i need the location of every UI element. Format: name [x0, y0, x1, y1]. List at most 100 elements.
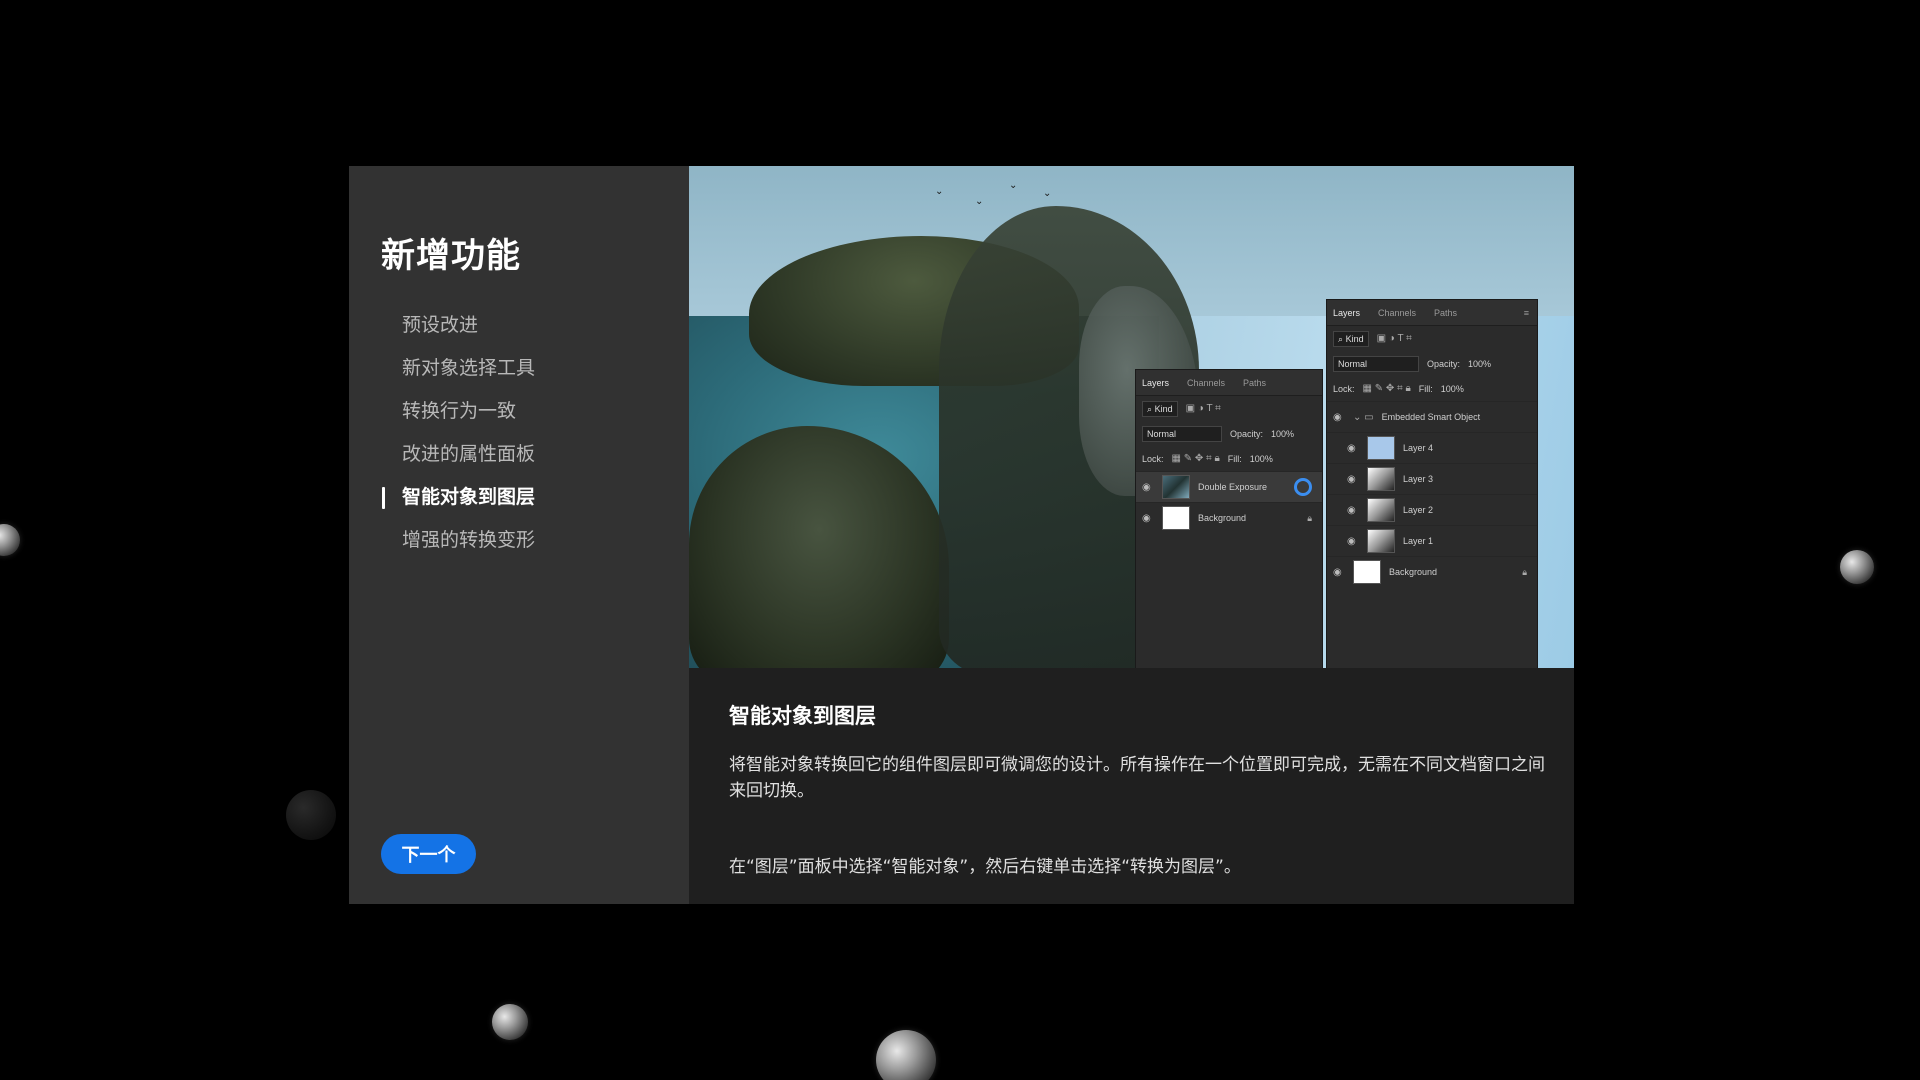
filter-kind-label: Kind: [1345, 333, 1364, 344]
blend-row: Normal Opacity: 100%: [1136, 421, 1322, 446]
eye-icon: ◉: [1333, 411, 1342, 423]
lock-label: Lock:: [1333, 383, 1355, 394]
decorative-orb: [1840, 550, 1874, 584]
bird-icon: ⌄: [975, 196, 984, 207]
nav-item-preset-improvements[interactable]: 预设改进: [349, 304, 689, 347]
layer-name: Layer 1: [1403, 536, 1434, 546]
tab-channels: Channels: [1187, 377, 1226, 388]
click-indicator-icon: [1294, 478, 1312, 496]
nav-item-enhanced-warp[interactable]: 增强的转换变形: [349, 519, 689, 562]
feature-description: 智能对象到图层 将智能对象转换回它的组件图层即可微调您的设计。所有操作在一个位置…: [729, 700, 1549, 880]
lock-row: Lock: ▦ ✎ ✥ ⌗ 🔒︎ Fill: 100%: [1136, 446, 1322, 471]
layer-thumbnail: [1367, 529, 1395, 553]
layer-name: Layer 4: [1403, 443, 1434, 453]
layers-panel-after: Layers Channels Paths ≡ ⌕ Kind ▣ ◑ T ⌗ N…: [1326, 299, 1538, 668]
layer-thumbnail: [1162, 475, 1190, 499]
layer-name: Layer 2: [1403, 505, 1434, 515]
tab-layers: Layers: [1333, 307, 1361, 318]
decorative-orb: [876, 1030, 936, 1080]
layer-row: ◉ Layer 1: [1327, 525, 1537, 556]
layer-row: ◉ Double Exposure: [1136, 471, 1322, 502]
search-icon: ⌕: [1338, 333, 1344, 344]
tab-layers: Layers: [1142, 377, 1170, 388]
bird-icon: ⌄: [1009, 180, 1018, 191]
layer-thumbnail: [1367, 467, 1395, 491]
feature-illustration: ⌄ ⌄ ⌄ ⌄ Layers Channels Paths ⌕ Kind ▣ ◑…: [689, 166, 1574, 668]
fill-value: 100%: [1440, 383, 1464, 394]
eye-icon: ◉: [1142, 512, 1151, 524]
filter-kind-field: ⌕ Kind: [1333, 330, 1369, 347]
feature-detail: ⌄ ⌄ ⌄ ⌄ Layers Channels Paths ⌕ Kind ▣ ◑…: [689, 166, 1574, 904]
decorative-orb: [286, 790, 336, 840]
eye-icon: ◉: [1347, 442, 1356, 454]
feature-instruction: 在“图层”面板中选择“智能对象”，然后右键单击选择“转换为图层”。: [729, 857, 1241, 877]
eye-icon: ◉: [1347, 504, 1356, 516]
blend-row: Normal Opacity: 100%: [1327, 351, 1537, 376]
lock-icon: 🔒︎: [1522, 566, 1527, 577]
fill-value: 100%: [1249, 453, 1273, 464]
bird-icon: ⌄: [935, 186, 944, 197]
filter-row: ⌕ Kind ▣ ◑ T ⌗: [1136, 396, 1322, 421]
panel-tabs: Layers Channels Paths: [1136, 370, 1322, 396]
group-name: Embedded Smart Object: [1381, 412, 1481, 422]
folder-icon: ⌄ ▭: [1353, 411, 1374, 423]
layer-name: Background: [1389, 567, 1438, 577]
layer-row: ◉ Layer 2: [1327, 494, 1537, 525]
opacity-value: 100%: [1271, 428, 1295, 439]
layer-thumbnail: [1367, 436, 1395, 460]
lock-row: Lock: ▦ ✎ ✥ ⌗ 🔒︎ Fill: 100%: [1327, 376, 1537, 401]
layer-group-row: ◉ ⌄ ▭ Embedded Smart Object: [1327, 401, 1537, 432]
filter-icons: ▣ ◑ T ⌗: [1376, 333, 1412, 344]
tab-paths: Paths: [1434, 307, 1458, 318]
eye-icon: ◉: [1142, 481, 1151, 493]
filter-kind-label: Kind: [1154, 403, 1173, 414]
layer-row: ◉ Layer 3: [1327, 463, 1537, 494]
blend-mode-field: Normal: [1142, 425, 1222, 442]
whats-new-dialog: 新增功能 预设改进 新对象选择工具 转换行为一致 改进的属性面板 智能对象到图层…: [349, 166, 1574, 904]
lock-icon: 🔒︎: [1307, 512, 1312, 523]
layer-thumbnail: [1162, 506, 1190, 530]
nav-item-properties-panel[interactable]: 改进的属性面板: [349, 433, 689, 476]
bird-icon: ⌄: [1043, 188, 1052, 199]
sidebar-title: 新增功能: [381, 236, 521, 276]
nav-item-object-selection-tool[interactable]: 新对象选择工具: [349, 347, 689, 390]
layer-row: ◉ Layer 4: [1327, 432, 1537, 463]
eye-icon: ◉: [1347, 535, 1356, 547]
decorative-orb: [0, 524, 20, 556]
layer-name: Layer 3: [1403, 474, 1434, 484]
nav-item-consistent-transform[interactable]: 转换行为一致: [349, 390, 689, 433]
layer-name: Background: [1198, 513, 1247, 523]
sidebar: 新增功能 预设改进 新对象选择工具 转换行为一致 改进的属性面板 智能对象到图层…: [349, 166, 689, 904]
fill-label: Fill:: [1227, 453, 1242, 464]
feature-title: 智能对象到图层: [729, 704, 876, 728]
layer-name: Double Exposure: [1198, 482, 1268, 492]
layer-row: ◉ Background 🔒︎: [1136, 502, 1322, 533]
tab-channels: Channels: [1378, 307, 1417, 318]
search-icon: ⌕: [1147, 403, 1153, 414]
blend-mode-field: Normal: [1333, 355, 1419, 372]
tab-paths: Paths: [1243, 377, 1267, 388]
feature-body: 将智能对象转换回它的组件图层即可微调您的设计。所有操作在一个位置即可完成，无需在…: [729, 755, 1545, 801]
nav-item-smart-object-to-layers[interactable]: 智能对象到图层: [349, 476, 689, 519]
filter-kind-field: ⌕ Kind: [1142, 400, 1178, 417]
opacity-label: Opacity:: [1427, 358, 1461, 369]
layer-thumbnail: [1353, 560, 1381, 584]
filter-row: ⌕ Kind ▣ ◑ T ⌗: [1327, 326, 1537, 351]
decorative-orb: [492, 1004, 528, 1040]
layer-row: ◉ Background 🔒︎: [1327, 556, 1537, 587]
fill-label: Fill:: [1418, 383, 1433, 394]
panel-menu-icon: ≡: [1523, 307, 1529, 318]
opacity-label: Opacity:: [1230, 428, 1264, 439]
opacity-value: 100%: [1468, 358, 1492, 369]
next-button[interactable]: 下一个: [381, 834, 476, 874]
feature-nav: 预设改进 新对象选择工具 转换行为一致 改进的属性面板 智能对象到图层 增强的转…: [349, 304, 689, 562]
layers-panel-before: Layers Channels Paths ⌕ Kind ▣ ◑ T ⌗ Nor…: [1135, 369, 1323, 668]
layer-thumbnail: [1367, 498, 1395, 522]
filter-icons: ▣ ◑ T ⌗: [1185, 403, 1221, 414]
lock-label: Lock:: [1142, 453, 1164, 464]
lock-options-icons: ▦ ✎ ✥ ⌗ 🔒︎: [1171, 453, 1220, 464]
eye-icon: ◉: [1347, 473, 1356, 485]
eye-icon: ◉: [1333, 566, 1342, 578]
panel-tabs: Layers Channels Paths ≡: [1327, 300, 1537, 326]
lock-options-icons: ▦ ✎ ✥ ⌗ 🔒︎: [1362, 383, 1411, 394]
